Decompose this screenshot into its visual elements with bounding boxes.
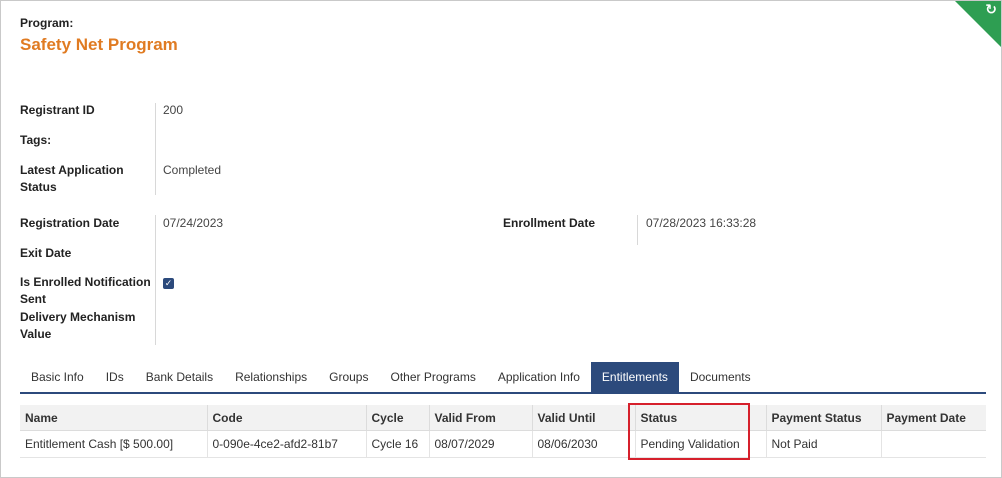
cell-name: Entitlement Cash [$ 500.00]	[20, 430, 208, 458]
tags-label: Tags:	[20, 133, 52, 147]
column-header-code[interactable]: Code	[207, 405, 367, 431]
tab-documents[interactable]: Documents	[679, 362, 762, 392]
tab-groups[interactable]: Groups	[318, 362, 379, 392]
delivery-mechanism-label: Delivery Mechanism Value	[20, 309, 135, 343]
tab-ids[interactable]: IDs	[95, 362, 135, 392]
enrollment-date-value: 07/28/2023 16:33:28	[646, 216, 757, 230]
registration-date-value: 07/24/2023	[163, 216, 224, 230]
refresh-icon[interactable]: ↻	[985, 1, 997, 18]
field-separator	[155, 103, 156, 195]
enrollment-date-label: Enrollment Date	[503, 216, 596, 230]
tab-application-info[interactable]: Application Info	[487, 362, 591, 392]
latest-status-label: Latest Application Status	[20, 162, 124, 196]
registrant-id-value: 200	[163, 103, 184, 117]
cell-cycle: Cycle 16	[366, 430, 430, 458]
tab-relationships[interactable]: Relationships	[224, 362, 318, 392]
field-separator	[155, 215, 156, 345]
column-header-valid-from[interactable]: Valid From	[429, 405, 533, 431]
tab-other-programs[interactable]: Other Programs	[379, 362, 486, 392]
entitlements-table: Name Code Cycle Valid From Valid Until S…	[20, 405, 986, 458]
column-header-payment-date[interactable]: Payment Date	[881, 405, 986, 431]
cell-valid-until: 08/06/2030	[532, 430, 636, 458]
registration-date-label: Registration Date	[20, 216, 120, 230]
tab-bank-details[interactable]: Bank Details	[135, 362, 224, 392]
detail-tabs: Basic Info IDs Bank Details Relationship…	[20, 362, 986, 394]
column-header-payment-status[interactable]: Payment Status	[766, 405, 882, 431]
exit-date-label: Exit Date	[20, 246, 72, 260]
latest-status-value: Completed	[163, 163, 222, 177]
table-row[interactable]: Entitlement Cash [$ 500.00] 0-090e-4ce2-…	[20, 430, 986, 458]
program-name: Safety Net Program	[20, 35, 178, 54]
cell-payment-status: Not Paid	[766, 430, 882, 458]
program-label: Program:	[20, 16, 74, 30]
column-header-valid-until[interactable]: Valid Until	[532, 405, 636, 431]
status-column-highlight	[628, 403, 750, 460]
registrant-panel: ↻ Program: Safety Net Program Registrant…	[0, 0, 1002, 478]
enrolled-notification-checkbox[interactable]: ✓	[163, 278, 174, 289]
tab-basic-info[interactable]: Basic Info	[20, 362, 95, 392]
table-header-row: Name Code Cycle Valid From Valid Until S…	[20, 405, 986, 431]
tab-entitlements[interactable]: Entitlements	[590, 362, 679, 392]
latest-status-label-line1: Latest Application	[20, 163, 124, 177]
cell-valid-from: 08/07/2029	[429, 430, 533, 458]
delivery-mechanism-label-line2: Value	[20, 327, 52, 341]
enrolled-notification-label-line1: Is Enrolled Notification	[20, 275, 151, 289]
field-separator	[637, 215, 638, 245]
enrolled-notification-label: Is Enrolled Notification Sent	[20, 274, 151, 308]
column-header-cycle[interactable]: Cycle	[366, 405, 430, 431]
registrant-id-label: Registrant ID	[20, 103, 95, 117]
latest-status-label-line2: Status	[20, 180, 57, 194]
cell-payment-date	[881, 430, 986, 458]
delivery-mechanism-label-line1: Delivery Mechanism	[20, 310, 136, 324]
column-header-name[interactable]: Name	[20, 405, 208, 431]
enrolled-notification-label-line2: Sent	[20, 292, 47, 306]
cell-code: 0-090e-4ce2-afd2-81b7	[207, 430, 367, 458]
